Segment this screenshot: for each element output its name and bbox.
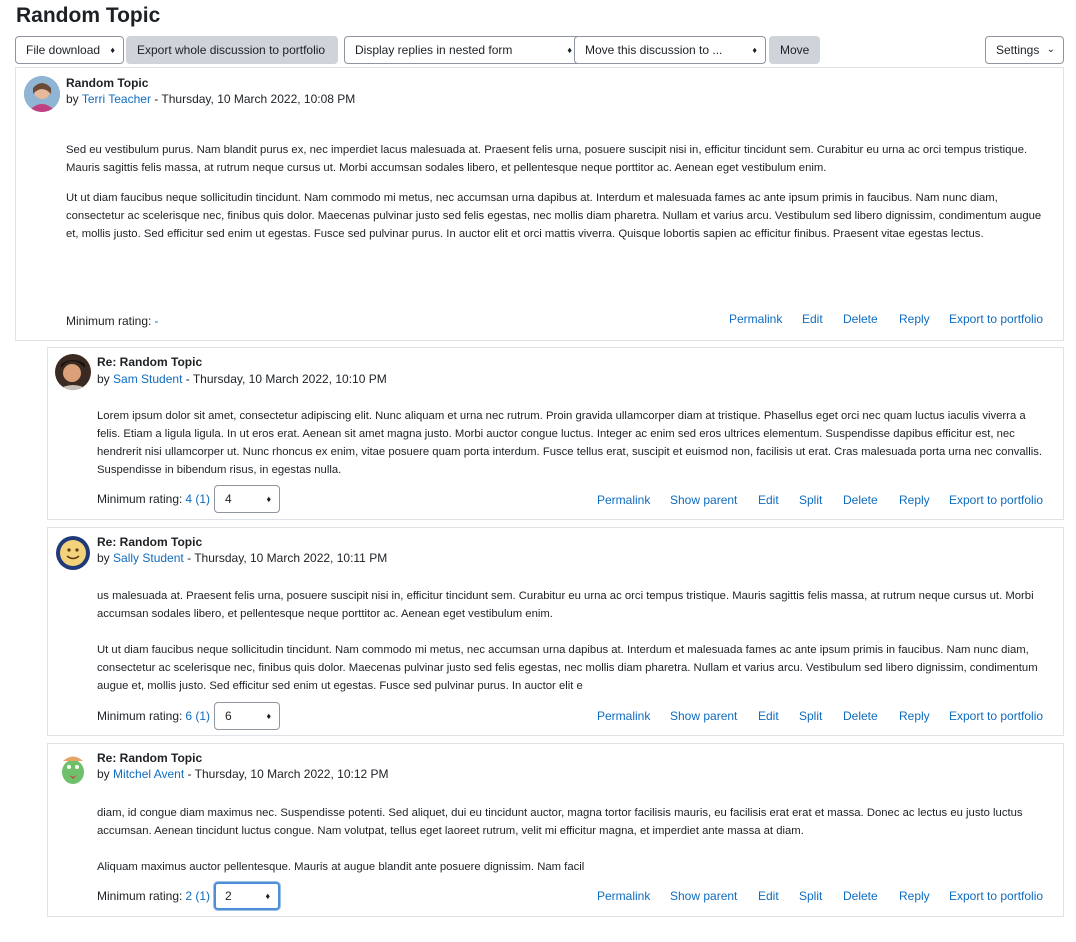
discussion-toolbar: File download ♦ Export whole discussion …	[15, 36, 1064, 64]
post-content: diam, id congue diam maximus nec. Suspen…	[97, 804, 1047, 876]
by-label: by	[97, 372, 110, 386]
display-mode-value: Display replies in nested form	[355, 43, 513, 57]
edit-link[interactable]: Edit	[758, 493, 779, 507]
post-date: - Thursday, 10 March 2022, 10:08 PM	[150, 92, 356, 106]
by-label: by	[97, 767, 110, 781]
permalink-link[interactable]: Permalink	[597, 889, 650, 903]
post-date: - Thursday, 10 March 2022, 10:11 PM	[183, 551, 388, 565]
delete-link[interactable]: Delete	[843, 709, 878, 723]
post-actions: Permalink Show parent Edit Split Delete …	[48, 889, 1065, 907]
post-subject: Re: Random Topic	[97, 751, 203, 765]
forum-post-original: Random Topic by Terri Teacher - Thursday…	[15, 67, 1064, 341]
export-to-portfolio-link[interactable]: Export to portfolio	[949, 312, 1043, 326]
split-link[interactable]: Split	[799, 709, 822, 723]
delete-link[interactable]: Delete	[843, 889, 878, 903]
export-to-portfolio-link[interactable]: Export to portfolio	[949, 709, 1043, 723]
post-paragraph: Ut ut diam faucibus neque sollicitudin t…	[97, 644, 1038, 692]
settings-label: Settings	[996, 43, 1040, 57]
avatar[interactable]	[55, 750, 91, 786]
post-paragraph: Ut ut diam faucibus neque sollicitudin t…	[66, 192, 1042, 240]
post-content: Lorem ipsum dolor sit amet, consectetur …	[97, 407, 1052, 479]
reply-link[interactable]: Reply	[899, 709, 930, 723]
post-actions: Permalink Show parent Edit Split Delete …	[48, 709, 1065, 727]
post-actions: Permalink Edit Delete Reply Export to po…	[16, 312, 1065, 330]
edit-link[interactable]: Edit	[758, 889, 779, 903]
post-paragraph: Aliquam maximus auctor pellentesque. Mau…	[97, 861, 585, 873]
forum-post-reply: Re: Random Topic by Mitchel Avent - Thur…	[47, 743, 1064, 917]
post-paragraph: us malesuada at. Praesent felis urna, po…	[97, 590, 1034, 620]
avatar-terri	[24, 76, 60, 112]
post-date: - Thursday, 10 March 2022, 10:12 PM	[184, 767, 389, 781]
author-link[interactable]: Sally Student	[113, 551, 184, 565]
export-discussion-button[interactable]: Export whole discussion to portfolio	[126, 36, 338, 64]
forum-post-reply: Re: Random Topic by Sally Student - Thur…	[47, 527, 1064, 736]
move-button[interactable]: Move	[769, 36, 820, 64]
post-subject: Re: Random Topic	[97, 355, 203, 369]
export-to-portfolio-link[interactable]: Export to portfolio	[949, 889, 1043, 903]
chevron-down-icon: ⌄	[1046, 44, 1055, 55]
post-content: Sed eu vestibulum purus. Nam blandit pur…	[66, 141, 1051, 243]
file-download-label: File download	[26, 43, 101, 57]
by-label: by	[66, 92, 79, 106]
avatar-sam	[55, 354, 91, 390]
post-paragraph: Sed eu vestibulum purus. Nam blandit pur…	[66, 144, 1028, 174]
permalink-link[interactable]: Permalink	[597, 709, 650, 723]
post-paragraph: diam, id congue diam maximus nec. Suspen…	[97, 807, 1023, 837]
by-label: by	[97, 551, 110, 565]
reply-link[interactable]: Reply	[899, 312, 930, 326]
author-link[interactable]: Sam Student	[113, 372, 182, 386]
caret-updown-icon: ♦	[752, 45, 757, 55]
avatar[interactable]	[55, 535, 91, 571]
author-link[interactable]: Terri Teacher	[82, 92, 151, 106]
post-content: us malesuada at. Praesent felis urna, po…	[97, 587, 1059, 695]
post-paragraph: Lorem ipsum dolor sit amet, consectetur …	[97, 410, 1043, 476]
settings-button[interactable]: Settings ⌄	[985, 36, 1064, 64]
reply-link[interactable]: Reply	[899, 493, 930, 507]
caret-updown-icon: ♦	[567, 45, 572, 55]
avatar[interactable]	[55, 354, 91, 390]
permalink-link[interactable]: Permalink	[597, 493, 650, 507]
show-parent-link[interactable]: Show parent	[670, 889, 737, 903]
post-subject: Random Topic	[66, 76, 149, 90]
post-actions: Permalink Show parent Edit Split Delete …	[48, 493, 1065, 511]
export-to-portfolio-link[interactable]: Export to portfolio	[949, 493, 1043, 507]
delete-link[interactable]: Delete	[843, 493, 878, 507]
avatar[interactable]	[24, 76, 60, 112]
reply-link[interactable]: Reply	[899, 889, 930, 903]
edit-link[interactable]: Edit	[758, 709, 779, 723]
page-title: Random Topic	[16, 4, 161, 27]
display-mode-select[interactable]: Display replies in nested form ♦	[344, 36, 581, 64]
move-target-value: Move this discussion to ...	[585, 43, 723, 57]
show-parent-link[interactable]: Show parent	[670, 493, 737, 507]
show-parent-link[interactable]: Show parent	[670, 709, 737, 723]
avatar-mitchel	[55, 750, 91, 786]
post-byline: by Terri Teacher - Thursday, 10 March 20…	[66, 92, 355, 106]
move-target-select[interactable]: Move this discussion to ... ♦	[574, 36, 766, 64]
file-download-button[interactable]: File download ♦	[15, 36, 124, 64]
post-byline: by Mitchel Avent - Thursday, 10 March 20…	[97, 767, 389, 781]
post-subject: Re: Random Topic	[97, 535, 203, 549]
caret-updown-icon: ♦	[110, 45, 115, 55]
forum-post-reply: Re: Random Topic by Sam Student - Thursd…	[47, 347, 1064, 520]
delete-link[interactable]: Delete	[843, 312, 878, 326]
post-date: - Thursday, 10 March 2022, 10:10 PM	[182, 372, 387, 386]
author-link[interactable]: Mitchel Avent	[113, 767, 184, 781]
split-link[interactable]: Split	[799, 889, 822, 903]
post-byline: by Sam Student - Thursday, 10 March 2022…	[97, 372, 387, 386]
edit-link[interactable]: Edit	[802, 312, 823, 326]
permalink-link[interactable]: Permalink	[729, 312, 782, 326]
post-byline: by Sally Student - Thursday, 10 March 20…	[97, 551, 387, 565]
split-link[interactable]: Split	[799, 493, 822, 507]
avatar-sally	[55, 535, 91, 571]
